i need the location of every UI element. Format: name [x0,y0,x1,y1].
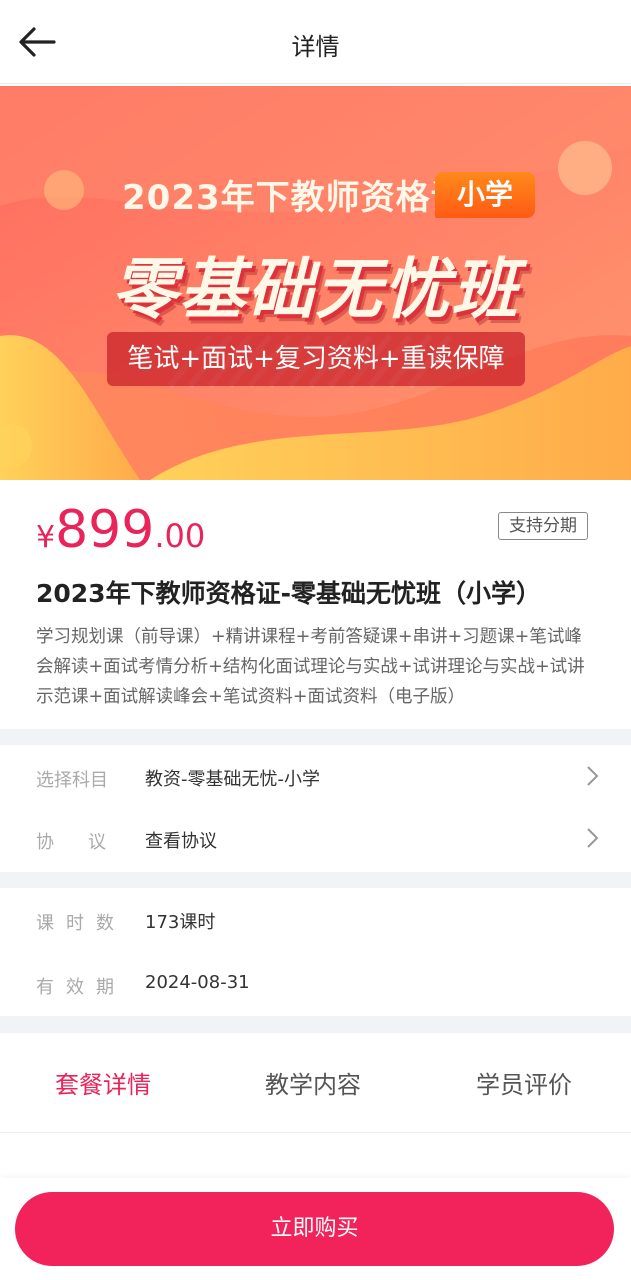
tab-teaching-content[interactable]: 教学内容 [265,1065,361,1100]
bottom-action-bar: 立即购买 [0,1178,631,1280]
section-divider [0,729,631,745]
installment-badge: 支持分期 [498,512,588,540]
course-description: 学习规划课（前导课）+精讲课程+考前答疑课+串讲+习题课+笔试峰会解读+面试考情… [36,627,585,707]
page-title: 详情 [291,33,340,61]
validity-value: 2024-08-31 [145,972,250,993]
banner-year-text: 2023年下教师资格证 [122,178,466,218]
banner-main-title: 零基础无忧班 [111,251,520,328]
subject-label: 选择科目 [36,770,108,791]
banner-features-pill: 笔试+面试+复习资料+重读保障 [107,332,525,386]
price-decimal: .00 [154,517,206,555]
subject-select-row[interactable]: 选择科目 教资-零基础无忧-小学 [0,746,631,808]
tab-package-details[interactable]: 套餐详情 [55,1065,151,1100]
banner-level-badge: 小学 [435,172,535,218]
section-divider [0,872,631,888]
detail-tabs: 套餐详情 教学内容 学员评价 [0,1033,631,1133]
chevron-right-icon [587,828,599,848]
hours-row: 课时数 173课时 [0,889,631,951]
price-integer: 899 [55,500,155,560]
top-bar: 详情 [0,0,631,84]
course-banner: 2023年下教师资格证 小学 零基础无忧班 笔试+面试+复习资料+重读保障 [0,86,631,480]
chevron-right-icon [587,766,599,786]
tab-student-reviews[interactable]: 学员评价 [476,1065,572,1100]
buy-now-button[interactable]: 立即购买 [15,1192,614,1266]
validity-label: 有效期 [36,977,126,998]
subject-value: 教资-零基础无忧-小学 [145,769,320,790]
agreement-row[interactable]: 协议 查看协议 [0,808,631,870]
hours-value: 173课时 [145,912,216,933]
validity-row: 有效期 2024-08-31 [0,953,631,1015]
price: ¥899.00 [36,500,205,560]
agreement-value: 查看协议 [145,831,217,852]
price-currency: ¥ [36,520,56,555]
agreement-label: 协议 [36,832,140,853]
course-title: 2023年下教师资格证-零基础无忧班（小学） [36,579,541,608]
hours-label: 课时数 [36,913,126,934]
section-divider [0,1016,631,1033]
